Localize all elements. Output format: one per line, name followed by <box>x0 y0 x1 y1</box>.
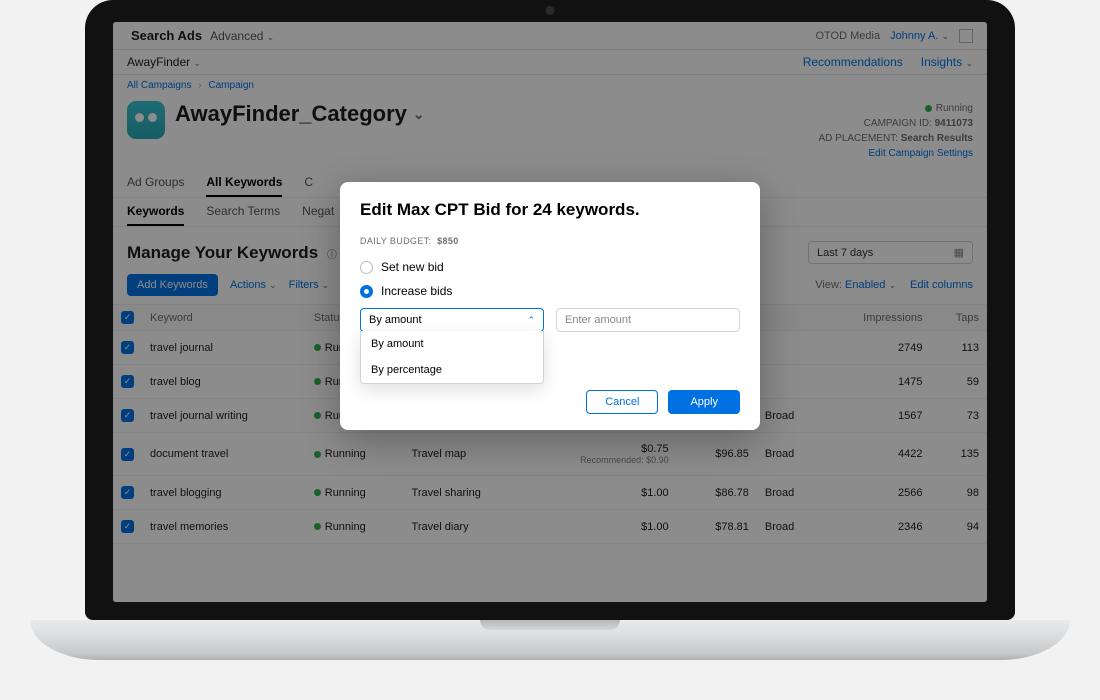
select-dropdown: By amount By percentage <box>360 331 544 384</box>
option-set-new-bid[interactable]: Set new bid <box>360 260 740 274</box>
camera-notch <box>546 6 555 15</box>
option-increase-bids[interactable]: Increase bids <box>360 284 740 298</box>
modal-overlay: Edit Max CPT Bid for 24 keywords. DAILY … <box>113 22 987 602</box>
edit-bid-modal: Edit Max CPT Bid for 24 keywords. DAILY … <box>340 182 760 430</box>
laptop-base <box>30 620 1070 660</box>
daily-budget-line: DAILY BUDGET: $850 <box>360 236 740 246</box>
increase-type-select[interactable]: By amount ⌃ By amount By percentage <box>360 308 544 332</box>
radio-on-icon <box>360 285 373 298</box>
chevron-up-icon: ⌃ <box>527 315 535 326</box>
cancel-button[interactable]: Cancel <box>586 390 658 414</box>
option-by-amount[interactable]: By amount <box>361 331 543 357</box>
input-placeholder: Enter amount <box>565 314 631 326</box>
option-by-percentage[interactable]: By percentage <box>361 357 543 383</box>
modal-title: Edit Max CPT Bid for 24 keywords. <box>360 200 740 220</box>
apply-button[interactable]: Apply <box>668 390 740 414</box>
amount-input[interactable]: Enter amount <box>556 308 740 332</box>
radio-off-icon <box>360 261 373 274</box>
